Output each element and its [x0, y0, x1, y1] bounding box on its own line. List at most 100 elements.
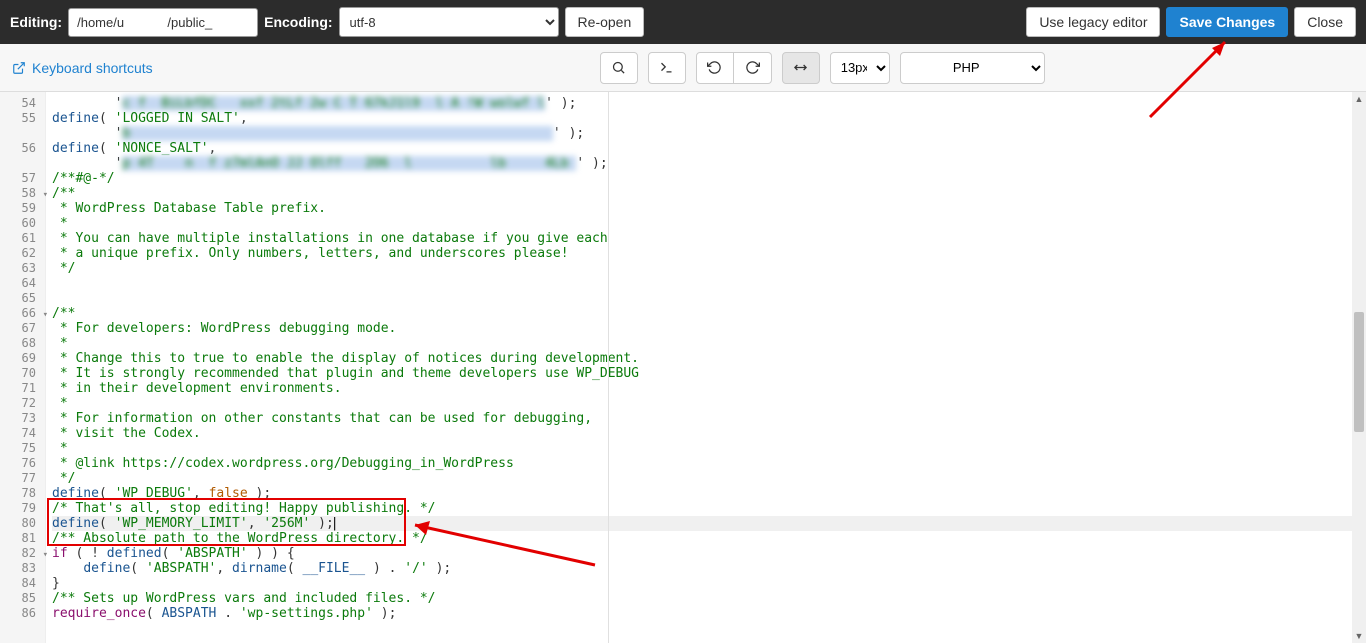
save-changes-button[interactable]: Save Changes: [1166, 7, 1288, 37]
code-line[interactable]: if ( ! defined( 'ABSPATH' ) ) {: [52, 546, 1352, 561]
code-line[interactable]: define( 'WP_DEBUG', false );: [52, 486, 1352, 501]
file-path-input[interactable]: [68, 8, 258, 37]
line-number: 58▾: [0, 186, 46, 201]
code-line[interactable]: define( 'ABSPATH', dirname( __FILE__ ) .…: [52, 561, 1352, 576]
code-line[interactable]: *: [52, 396, 1352, 411]
scroll-up-arrow[interactable]: ▲: [1352, 92, 1366, 106]
code-line[interactable]: 'b ' );: [52, 126, 1352, 141]
code-line[interactable]: * a unique prefix. Only numbers, letters…: [52, 246, 1352, 261]
encoding-select[interactable]: utf-8: [339, 7, 559, 37]
line-number: 84: [0, 576, 46, 591]
line-number: 82▾: [0, 546, 46, 561]
code-line[interactable]: * @link https://codex.wordpress.org/Debu…: [52, 456, 1352, 471]
line-number: 66▾: [0, 306, 46, 321]
undo-button[interactable]: [696, 52, 734, 84]
line-number: 60: [0, 216, 46, 231]
code-line[interactable]: * in their development environments.: [52, 381, 1352, 396]
code-line[interactable]: /** Absolute path to the WordPress direc…: [52, 531, 1352, 546]
terminal-button[interactable]: [648, 52, 686, 84]
line-number: 70: [0, 366, 46, 381]
code-area[interactable]: 'c f BiLbfDC xxf 2tLf 2w C T 67kJ1l9 l A…: [46, 92, 1352, 643]
code-line[interactable]: * You can have multiple installations in…: [52, 231, 1352, 246]
code-editor[interactable]: 5455 56 5758▾5960616263646566▾676869707172…: [0, 92, 1366, 643]
code-line[interactable]: /** Sets up WordPress vars and included …: [52, 591, 1352, 606]
external-link-icon: [12, 61, 26, 75]
line-number: 72: [0, 396, 46, 411]
split-divider[interactable]: [608, 92, 609, 643]
code-line[interactable]: * For information on other constants tha…: [52, 411, 1352, 426]
line-number: 76: [0, 456, 46, 471]
code-line[interactable]: /* That's all, stop editing! Happy publi…: [52, 501, 1352, 516]
code-line[interactable]: * It is strongly recommended that plugin…: [52, 366, 1352, 381]
top-bar: Editing: Encoding: utf-8 Re-open Use leg…: [0, 0, 1366, 44]
line-number: 77: [0, 471, 46, 486]
encoding-label: Encoding:: [264, 14, 332, 30]
line-number: 86: [0, 606, 46, 621]
code-line[interactable]: *: [52, 441, 1352, 456]
legacy-editor-button[interactable]: Use legacy editor: [1026, 7, 1160, 37]
code-line[interactable]: *: [52, 216, 1352, 231]
line-number: 79: [0, 501, 46, 516]
line-number: 73: [0, 411, 46, 426]
line-number: 67: [0, 321, 46, 336]
wrap-toggle-button[interactable]: [782, 52, 820, 84]
line-number: 56: [0, 141, 46, 156]
undo-redo-group: [696, 52, 772, 84]
close-button[interactable]: Close: [1294, 7, 1356, 37]
line-number: 59: [0, 201, 46, 216]
code-line[interactable]: * Change this to true to enable the disp…: [52, 351, 1352, 366]
editing-label: Editing:: [10, 14, 62, 30]
line-number: 65: [0, 291, 46, 306]
line-number: 74: [0, 426, 46, 441]
scroll-down-arrow[interactable]: ▼: [1352, 629, 1366, 643]
code-line[interactable]: /**: [52, 186, 1352, 201]
line-number: 78: [0, 486, 46, 501]
code-line[interactable]: [52, 276, 1352, 291]
line-number: 80: [0, 516, 46, 531]
code-line[interactable]: * visit the Codex.: [52, 426, 1352, 441]
code-line[interactable]: }: [52, 576, 1352, 591]
redo-button[interactable]: [734, 52, 772, 84]
code-line[interactable]: */: [52, 471, 1352, 486]
code-line[interactable]: * For developers: WordPress debugging mo…: [52, 321, 1352, 336]
code-line[interactable]: require_once( ABSPATH . 'wp-settings.php…: [52, 606, 1352, 621]
line-number: 54: [0, 96, 46, 111]
code-line[interactable]: define( 'NONCE_SALT',: [52, 141, 1352, 156]
line-number: 57: [0, 171, 46, 186]
scroll-thumb[interactable]: [1354, 312, 1364, 432]
line-number: 75: [0, 441, 46, 456]
line-number: 55: [0, 111, 46, 126]
search-icon: [611, 60, 626, 75]
code-line[interactable]: *: [52, 336, 1352, 351]
line-number: 81: [0, 531, 46, 546]
line-number: 64: [0, 276, 46, 291]
vertical-scrollbar[interactable]: ▲ ▼: [1352, 92, 1366, 643]
line-number: 63: [0, 261, 46, 276]
keyboard-shortcuts-link[interactable]: Keyboard shortcuts: [12, 60, 153, 76]
terminal-icon: [659, 60, 674, 75]
undo-icon: [707, 60, 722, 75]
code-line[interactable]: */: [52, 261, 1352, 276]
line-number: 62: [0, 246, 46, 261]
code-line[interactable]: define( 'LOGGED IN SALT',: [52, 111, 1352, 126]
gutter: 5455 56 5758▾5960616263646566▾676869707172…: [0, 92, 46, 643]
code-line[interactable]: 'c f BiLbfDC xxf 2tLf 2w C T 67kJ1l9 l A…: [52, 96, 1352, 111]
code-line[interactable]: * WordPress Database Table prefix.: [52, 201, 1352, 216]
line-number: 61: [0, 231, 46, 246]
line-number: 71: [0, 381, 46, 396]
code-line[interactable]: /**: [52, 306, 1352, 321]
font-size-select[interactable]: 13px: [830, 52, 890, 84]
search-button[interactable]: [600, 52, 638, 84]
kbd-text: Keyboard shortcuts: [32, 60, 153, 76]
line-number: 83: [0, 561, 46, 576]
line-number: 69: [0, 351, 46, 366]
code-line[interactable]: [52, 291, 1352, 306]
code-line[interactable]: /**#@-*/: [52, 171, 1352, 186]
tool-bar: Keyboard shortcuts 13px PHP: [0, 44, 1366, 92]
code-line[interactable]: define( 'WP_MEMORY_LIMIT', '256M' );|: [52, 516, 1352, 531]
line-number: 85: [0, 591, 46, 606]
code-line[interactable]: 'p 4T n f z7mlAnO JJ Olff 2O6 l lb 4Lb '…: [52, 156, 1352, 171]
language-select[interactable]: PHP: [900, 52, 1045, 84]
line-number: 68: [0, 336, 46, 351]
reopen-button[interactable]: Re-open: [565, 7, 645, 37]
